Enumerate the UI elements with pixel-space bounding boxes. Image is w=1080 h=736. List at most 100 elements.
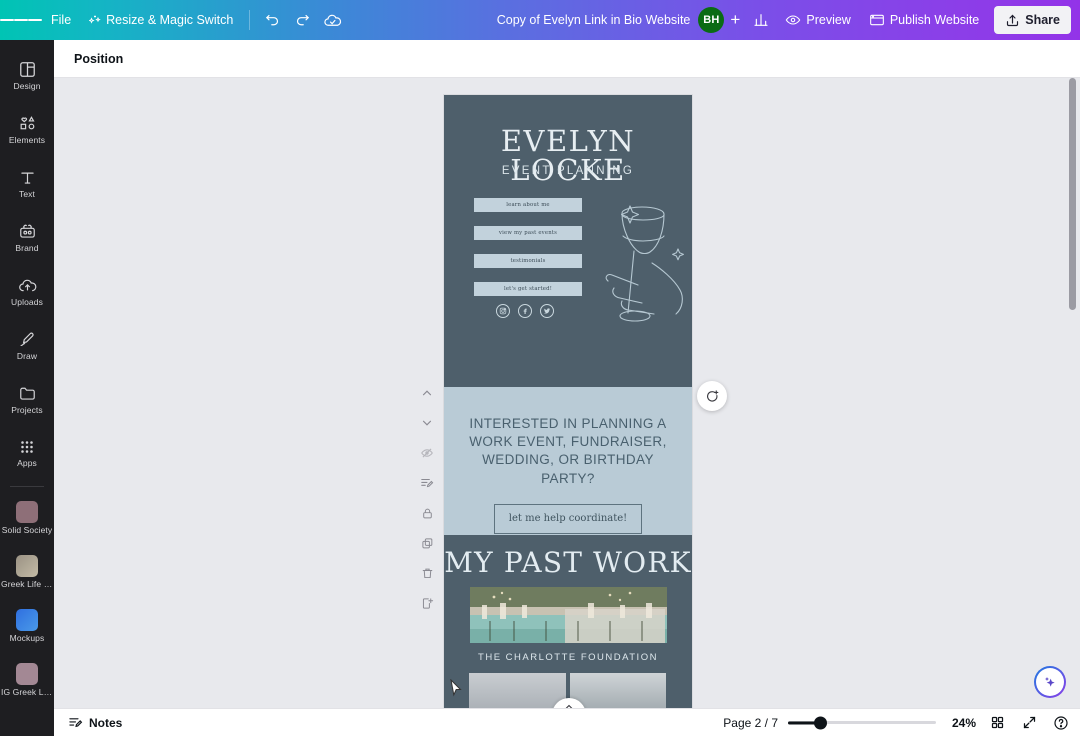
cloud-saved-icon bbox=[324, 14, 341, 26]
page-indicator[interactable]: Page 2 / 7 bbox=[723, 716, 778, 730]
past-work-photo-left[interactable] bbox=[469, 673, 566, 708]
sidebar-label-text: Text bbox=[19, 188, 35, 199]
sidebar-recent-greek-life-p[interactable]: Greek Life P... bbox=[0, 545, 54, 599]
notes-icon bbox=[69, 718, 83, 728]
lock-page-button[interactable] bbox=[416, 502, 438, 524]
move-up-button[interactable] bbox=[416, 382, 438, 404]
file-menu-label: File bbox=[51, 13, 72, 27]
hero-section[interactable]: EVELYN LOCKE EVENT PLANNING learn about … bbox=[444, 95, 692, 387]
sidebar-item-design[interactable]: Design bbox=[0, 48, 54, 102]
page-notes-button[interactable] bbox=[416, 472, 438, 494]
design-page-2[interactable]: EVELYN LOCKE EVENT PLANNING learn about … bbox=[444, 95, 692, 708]
hero-button-lets-get-started[interactable]: let's get started! bbox=[474, 282, 582, 296]
instagram-icon[interactable] bbox=[496, 304, 510, 318]
context-toolbar: Position bbox=[54, 40, 1080, 78]
zoom-slider[interactable] bbox=[788, 716, 936, 730]
sidebar-item-text[interactable]: Text bbox=[0, 156, 54, 210]
thumbnail-icon bbox=[16, 501, 38, 524]
sidebar-item-projects[interactable]: Projects bbox=[0, 372, 54, 426]
share-button[interactable]: Share bbox=[994, 6, 1071, 34]
upload-cloud-icon bbox=[18, 279, 36, 291]
add-collaborator-icon[interactable]: + bbox=[724, 7, 746, 33]
sidebar-label-projects: Projects bbox=[11, 404, 43, 415]
text-t-icon bbox=[20, 172, 34, 184]
delete-page-button[interactable] bbox=[416, 562, 438, 584]
preview-button[interactable]: Preview bbox=[776, 6, 859, 34]
sidebar-label-design: Design bbox=[13, 80, 41, 91]
cta-section[interactable]: INTERESTED IN PLANNING A WORK EVENT, FUN… bbox=[444, 387, 692, 535]
hero-button-learn-about-me[interactable]: learn about me bbox=[474, 198, 582, 212]
zoom-level-label[interactable]: 24% bbox=[946, 716, 976, 730]
canvas-vertical-scrollbar[interactable] bbox=[1069, 78, 1076, 310]
publish-label: Publish Website bbox=[889, 13, 980, 27]
sidebar-item-brand[interactable]: Brand bbox=[0, 210, 54, 264]
canva-editor-window: File Resize & Magic Switch Copy of Evely… bbox=[0, 0, 1080, 736]
sidebar-item-elements[interactable]: Elements bbox=[0, 102, 54, 156]
sidebar-item-uploads[interactable]: Uploads bbox=[0, 264, 54, 318]
grid-view-button[interactable] bbox=[986, 712, 1008, 734]
sidebar-recent-solid-society[interactable]: Solid Society bbox=[0, 491, 54, 545]
trash-icon bbox=[422, 568, 432, 578]
twitter-icon[interactable] bbox=[540, 304, 554, 318]
top-toolbar-right: BH + Preview Publish Website Share bbox=[698, 6, 1080, 34]
magic-ai-button[interactable] bbox=[1034, 666, 1066, 698]
fullscreen-button[interactable] bbox=[1018, 712, 1040, 734]
past-work-section[interactable]: MY PAST WORK THE CHARLOTTE FOUNDATION bbox=[444, 535, 692, 708]
help-button[interactable] bbox=[1050, 712, 1072, 734]
cta-heading: INTERESTED IN PLANNING A WORK EVENT, FUN… bbox=[469, 416, 667, 486]
duplicate-icon bbox=[421, 537, 432, 548]
sidebar-divider bbox=[10, 486, 44, 487]
bottom-toolbar: Notes Page 2 / 7 24% bbox=[54, 708, 1080, 736]
facebook-icon[interactable] bbox=[518, 304, 532, 318]
hero-button-view-my-past-events[interactable]: view my past events bbox=[474, 226, 582, 240]
draw-pen-icon bbox=[20, 332, 34, 346]
document-title[interactable]: Copy of Evelyn Link in Bio Website bbox=[497, 13, 699, 27]
sidebar-recent-label-0: Solid Society bbox=[1, 526, 53, 535]
sidebar-recent-label-3: IG Greek Lif... bbox=[1, 688, 53, 697]
sparkle-ai-icon bbox=[1045, 677, 1055, 687]
sidebar-item-apps[interactable]: Apps bbox=[0, 426, 54, 480]
event-photo-illustration bbox=[469, 587, 667, 643]
zoom-slider-handle[interactable] bbox=[814, 716, 827, 729]
add-page-icon bbox=[422, 597, 433, 609]
lock-icon bbox=[422, 508, 432, 518]
cloud-save-status-button[interactable] bbox=[317, 6, 347, 34]
undo-button[interactable] bbox=[257, 6, 287, 34]
projects-folder-icon bbox=[19, 387, 35, 400]
hide-page-button[interactable] bbox=[416, 442, 438, 464]
past-work-photo[interactable] bbox=[469, 587, 667, 643]
notes-button[interactable]: Notes bbox=[60, 712, 130, 733]
apps-grid-icon bbox=[21, 441, 33, 454]
redo-button[interactable] bbox=[287, 6, 317, 34]
thumbnail-icon bbox=[16, 555, 38, 578]
resize-label: Resize & Magic Switch bbox=[106, 13, 234, 27]
insights-button[interactable] bbox=[746, 6, 776, 34]
sidebar-item-draw[interactable]: Draw bbox=[0, 318, 54, 372]
notes-label: Notes bbox=[89, 715, 123, 730]
position-button[interactable]: Position bbox=[66, 47, 131, 71]
past-work-photo-right[interactable] bbox=[569, 673, 666, 708]
move-down-button[interactable] bbox=[416, 412, 438, 434]
user-avatar[interactable]: BH bbox=[698, 7, 725, 33]
bottom-toolbar-right: Page 2 / 7 24% bbox=[723, 712, 1080, 734]
chevron-up-icon bbox=[422, 390, 432, 396]
hamburger-menu-icon[interactable] bbox=[0, 0, 42, 40]
mouse-cursor bbox=[450, 679, 462, 697]
hero-button-testimonials[interactable]: testimonials bbox=[474, 254, 582, 268]
sidebar-recent-ig-greek-lif[interactable]: IG Greek Lif... bbox=[0, 653, 54, 707]
resize-magic-switch-button[interactable]: Resize & Magic Switch bbox=[80, 6, 242, 34]
cta-button[interactable]: let me help coordinate! bbox=[494, 503, 642, 534]
duplicate-page-button[interactable] bbox=[416, 532, 438, 554]
file-menu-button[interactable]: File bbox=[42, 6, 80, 34]
bar-chart-icon bbox=[754, 14, 768, 26]
sidebar-recent-mockups[interactable]: Mockups bbox=[0, 599, 54, 653]
wine-glass-line-art-icon bbox=[605, 205, 684, 322]
add-page-button[interactable] bbox=[416, 592, 438, 614]
sidebar-label-uploads: Uploads bbox=[11, 296, 43, 307]
design-canvas[interactable]: EVELYN LOCKE EVENT PLANNING learn about … bbox=[54, 78, 1080, 708]
help-question-icon bbox=[1054, 715, 1068, 730]
publish-website-button[interactable]: Publish Website bbox=[860, 6, 988, 34]
add-timing-button[interactable] bbox=[697, 381, 727, 411]
magic-wand-icon bbox=[89, 15, 101, 24]
social-links bbox=[496, 304, 554, 318]
